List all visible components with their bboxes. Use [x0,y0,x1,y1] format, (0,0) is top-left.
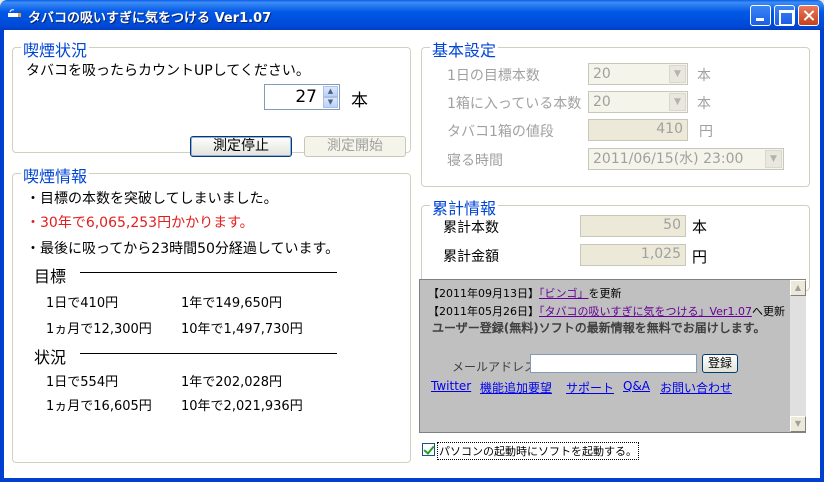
news-item-2-date: 【2011年05月26日】 [428,305,539,318]
link-qa[interactable]: Q&A [623,379,650,393]
smoking-info-legend: 喫煙情報 [21,163,90,187]
window-title: タバコの吸いすぎに気をつける Ver1.07 [28,11,272,26]
register-text: ユーザー登録(無料)ソフトの最新情報を無料でお届けします。 [432,321,766,335]
scroll-up-arrow-icon[interactable]: ▲ [790,280,806,296]
per-pack-unit: 本 [697,96,711,112]
actual-divider [80,353,337,354]
news-scrollbar[interactable]: ▲ ▼ [790,280,806,432]
email-input[interactable] [530,354,697,373]
window-border-right [820,30,824,482]
actual-month: 1ヵ月で16,605円 [46,399,152,414]
count-value: 27 [295,87,317,107]
target-year: 1年で149,650円 [181,296,283,311]
bedtime-picker[interactable]: 2011/06/15(水) 23:00 ▼ [588,148,784,170]
daily-target-select[interactable]: 20 ▼ [588,63,688,85]
count-down-arrow[interactable]: ▼ [323,97,338,108]
basic-settings-legend: 基本設定 [430,37,499,61]
bedtime-label: 寝る時間 [447,153,503,169]
maximize-button[interactable] [774,5,795,26]
info-line-over-target: ・目標の本数を突破してしまいました。 [26,191,278,207]
per-pack-select[interactable]: 20 ▼ [588,91,688,113]
daily-target-label: 1日の目標本数 [447,68,540,84]
email-label: メールアドレス: [452,360,541,374]
price-unit: 円 [699,124,713,140]
window-border-bottom [0,478,824,482]
target-decade: 10年で1,497,730円 [181,322,303,337]
count-unit: 本 [351,91,368,111]
news-item-1-link[interactable]: 「ビンゴ」 [539,287,589,300]
price-field[interactable]: 410 [588,119,688,141]
chevron-down-icon[interactable]: ▼ [669,93,686,111]
link-support[interactable]: サポート [566,379,614,396]
chevron-down-icon[interactable]: ▼ [765,150,782,168]
count-spinner[interactable]: 27 ▲ ▼ [264,84,340,110]
daily-target-value: 20 [593,66,611,82]
news-panel: 【2011年09月13日】「ビンゴ」を更新 【2011年05月26日】「タバコの… [419,279,806,433]
count-instruction: タバコを吸ったらカウントUPしてください。 [26,63,310,79]
target-heading: 目標 [34,267,67,286]
target-month: 1ヵ月で12,300円 [46,322,152,337]
client-area: 喫煙状況 タバコを吸ったらカウントUPしてください。 27 ▲ ▼ 本 測定停止… [4,30,820,478]
stop-measure-button[interactable]: 測定停止 [190,136,292,157]
chevron-down-icon[interactable]: ▼ [669,65,686,83]
cumulative-amount-unit: 円 [692,248,708,266]
news-item-1-suffix: を更新 [588,287,622,300]
target-divider [80,272,337,273]
daily-target-unit: 本 [697,68,711,84]
register-button[interactable]: 登録 [702,354,738,373]
cumulative-count-label: 累計本数 [443,220,499,236]
basic-settings-group: 基本設定 1日の目標本数 20 ▼ 本 1箱に入っている本数 20 ▼ 本 タバ… [421,37,810,187]
title-bar[interactable]: タバコの吸いすぎに気をつける Ver1.07 [0,0,824,30]
news-item-2-suffix: へ更新 [751,305,785,318]
cumulative-legend: 累計情報 [430,195,499,219]
actual-day: 1日で554円 [46,375,119,390]
actual-decade: 10年で2,021,936円 [181,399,303,414]
bedtime-value: 2011/06/15(水) 23:00 [593,151,744,167]
smoking-status-legend: 喫煙状況 [21,37,90,61]
price-label: タバコ1箱の値段 [447,124,554,140]
startup-checkbox[interactable] [422,443,435,456]
app-icon [8,9,21,17]
cumulative-amount-label: 累計金額 [443,249,499,265]
actual-heading: 状況 [34,348,67,367]
startup-label[interactable]: パソコンの起動時にソフトを起動する。 [437,442,639,460]
start-measure-button[interactable]: 測定開始 [304,136,406,157]
per-pack-value: 20 [593,94,611,110]
news-item-1-date: 【2011年09月13日】 [428,287,539,300]
link-feature-request[interactable]: 機能追加要望 [480,379,552,396]
info-line-30-year-cost: ・30年で6,065,253円かかります。 [26,215,254,231]
actual-year: 1年で202,028円 [181,375,283,390]
info-line-elapsed: ・最後に吸ってから23時間50分経過しています。 [26,241,340,257]
news-item-1: 【2011年09月13日】「ビンゴ」を更新 [428,285,622,301]
link-contact[interactable]: お問い合わせ [660,379,732,396]
news-item-2-link[interactable]: 「タバコの吸いすぎに気をつける」Ver1.07 [539,305,752,318]
count-up-arrow[interactable]: ▲ [323,86,338,97]
close-button[interactable] [798,5,819,26]
minimize-button[interactable] [750,5,771,26]
target-day: 1日で410円 [46,296,119,311]
link-twitter[interactable]: Twitter [431,379,471,393]
cumulative-count-unit: 本 [692,218,708,236]
per-pack-label: 1箱に入っている本数 [447,96,582,112]
scroll-down-arrow-icon[interactable]: ▼ [790,416,806,432]
news-item-2: 【2011年05月26日】「タバコの吸いすぎに気をつける」Ver1.07へ更新 [428,303,785,319]
smoking-info-group: 喫煙情報 ・目標の本数を突破してしまいました。 ・30年で6,065,253円か… [12,163,411,463]
cumulative-amount-field[interactable]: 1,025 [580,244,686,266]
cumulative-count-field[interactable]: 50 [580,215,686,237]
